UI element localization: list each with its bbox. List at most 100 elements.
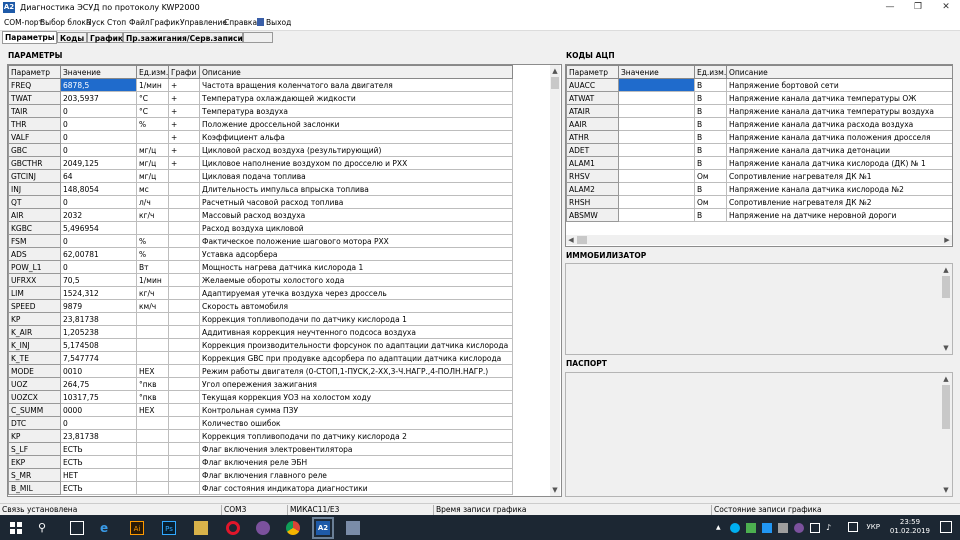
params-table-row[interactable]: UOZCX 10317,75 °пкв Текущая коррекция УОЗ н… <box>8 390 513 404</box>
immo-scroll-thumb[interactable] <box>942 276 950 298</box>
volume-icon[interactable]: ♪ <box>826 523 836 533</box>
scroll-down-icon[interactable]: ▼ <box>941 343 951 353</box>
close-button[interactable]: ✕ <box>932 0 960 16</box>
params-cell[interactable] <box>168 221 200 235</box>
params-cell[interactable]: K_AIR <box>8 325 61 339</box>
params-cell[interactable] <box>136 455 169 469</box>
params-cell[interactable]: AIR <box>8 208 61 222</box>
params-cell[interactable]: 5,496954 <box>60 221 137 235</box>
scroll-right-icon[interactable]: ▶ <box>942 235 952 245</box>
adc-cell[interactable]: ATAIR <box>566 104 619 118</box>
adc-cell[interactable]: ATHR <box>566 130 619 144</box>
params-table-row[interactable]: GBCTHR 2049,125 мг/ц + Цикловое наполнение в… <box>8 156 513 170</box>
scroll-down-icon[interactable]: ▼ <box>550 485 560 495</box>
adc-cell[interactable] <box>618 130 695 144</box>
params-cell[interactable]: Цикловое наполнение воздухом по дросселю… <box>199 156 513 170</box>
params-cell[interactable] <box>168 390 200 404</box>
params-cell[interactable]: HEX <box>136 364 169 378</box>
params-cell[interactable]: 70,5 <box>60 273 137 287</box>
diagnostic-app-icon[interactable]: A2 <box>312 517 334 539</box>
params-cell[interactable]: TWAT <box>8 91 61 105</box>
adc-cell[interactable]: Сопротивление нагревателя ДК №1 <box>726 169 952 183</box>
adc-cell[interactable] <box>618 169 695 183</box>
passport-vscrollbar[interactable]: ▲ ▼ <box>941 373 951 496</box>
adc-cell[interactable]: Напряжение канала датчика детонации <box>726 143 952 157</box>
params-column-header[interactable]: Описание <box>199 65 513 79</box>
adc-table-row[interactable]: ALAM2 В Напряжение канала датчика кислород… <box>566 182 952 196</box>
skype-icon[interactable] <box>730 523 740 533</box>
adc-cell[interactable] <box>618 156 695 170</box>
params-cell[interactable] <box>136 338 169 352</box>
params-cell[interactable] <box>168 299 200 313</box>
params-cell[interactable]: ЕСТЬ <box>60 455 137 469</box>
params-table-row[interactable]: K_AIR 1,205238 Аддитивная коррекция неучте… <box>8 325 513 339</box>
adc-cell[interactable]: В <box>694 78 727 92</box>
task-view-icon[interactable] <box>70 521 84 535</box>
tray-chevron-icon[interactable]: ▲ <box>716 524 724 532</box>
params-cell[interactable]: 0 <box>60 117 137 131</box>
params-table-row[interactable]: INJ 148,8054 мс Длительность импульса впрыс… <box>8 182 513 196</box>
params-cell[interactable]: DTC <box>8 416 61 430</box>
menu-select-block[interactable]: Выбор блока <box>40 18 91 27</box>
adc-table-row[interactable]: AAIR В Напряжение канала датчика расхода в… <box>566 117 952 131</box>
params-cell[interactable]: Температура воздуха <box>199 104 513 118</box>
params-cell[interactable]: C_SUMM <box>8 403 61 417</box>
adc-cell[interactable]: ALAM2 <box>566 182 619 196</box>
scroll-down-icon[interactable]: ▼ <box>941 485 951 495</box>
params-cell[interactable]: Режим работы двигателя (0-СТОП,1-ПУСК,2-… <box>199 364 513 378</box>
params-cell[interactable]: 0 <box>60 195 137 209</box>
opera-icon[interactable] <box>226 521 240 535</box>
adc-cell[interactable]: В <box>694 143 727 157</box>
adc-cell[interactable] <box>618 208 695 222</box>
params-cell[interactable]: Частота вращения коленчатого вала двигат… <box>199 78 513 92</box>
params-cell[interactable] <box>136 468 169 482</box>
params-cell[interactable] <box>168 195 200 209</box>
adc-table-row[interactable]: ADET В Напряжение канала датчика детонации <box>566 143 952 157</box>
params-table-row[interactable]: S_MR НЕТ Флаг включения главного реле <box>8 468 513 482</box>
adc-cell[interactable]: AAIR <box>566 117 619 131</box>
params-cell[interactable]: Массовый расход воздуха <box>199 208 513 222</box>
params-cell[interactable] <box>136 416 169 430</box>
menu-start[interactable]: Пуск <box>86 18 105 27</box>
params-cell[interactable]: % <box>136 234 169 248</box>
edge-icon[interactable]: e <box>100 521 114 535</box>
params-cell[interactable]: UOZ <box>8 377 61 391</box>
params-cell[interactable]: 1/мин <box>136 273 169 287</box>
params-column-header[interactable]: Ед.изм. <box>136 65 169 79</box>
params-cell[interactable]: 9879 <box>60 299 137 313</box>
params-cell[interactable]: Расчетный часовой расход топлива <box>199 195 513 209</box>
params-table-row[interactable]: C_SUMM 0000 HEX Контрольная сумма ПЗУ <box>8 403 513 417</box>
params-cell[interactable]: Коррекция топливоподачи по датчику кисло… <box>199 429 513 443</box>
params-table-row[interactable]: AIR 2032 кг/ч Массовый расход воздуха <box>8 208 513 222</box>
params-table-row[interactable]: MODE 0010 HEX Режим работы двигателя (0-СТО… <box>8 364 513 378</box>
adc-cell[interactable] <box>618 117 695 131</box>
params-cell[interactable]: 5,174508 <box>60 338 137 352</box>
params-cell[interactable]: EKP <box>8 455 61 469</box>
params-cell[interactable]: FSM <box>8 234 61 248</box>
adc-cell[interactable]: Напряжение канала датчика положения дрос… <box>726 130 952 144</box>
menu-exit[interactable]: Выход <box>257 18 291 27</box>
app-window-icon[interactable] <box>346 521 360 535</box>
params-cell[interactable] <box>168 416 200 430</box>
params-table-row[interactable]: ADS 62,00781% Уставка адсорбера <box>8 247 513 261</box>
adc-table-row[interactable]: RHSV Ом Сопротивление нагревателя ДК №1 <box>566 169 952 183</box>
params-table-row[interactable]: KP 23,81738 Коррекция топливоподачи по дат… <box>8 312 513 326</box>
params-cell[interactable]: S_LF <box>8 442 61 456</box>
params-cell[interactable]: Контрольная сумма ПЗУ <box>199 403 513 417</box>
params-cell[interactable] <box>168 351 200 365</box>
params-cell[interactable]: мг/ц <box>136 143 169 157</box>
params-cell[interactable] <box>168 377 200 391</box>
params-cell[interactable]: 62,00781 <box>60 247 137 261</box>
params-cell[interactable]: KP <box>8 312 61 326</box>
minimize-button[interactable]: — <box>876 0 904 16</box>
params-column-header[interactable]: Графи <box>168 65 200 79</box>
clock[interactable]: 23:59 01.02.2019 <box>890 518 930 536</box>
adc-cell[interactable]: Напряжение канала датчика температуры ОЖ <box>726 91 952 105</box>
params-cell[interactable]: Флаг включения главного реле <box>199 468 513 482</box>
params-cell[interactable] <box>136 351 169 365</box>
adc-cell[interactable] <box>618 195 695 209</box>
params-cell[interactable] <box>168 468 200 482</box>
params-cell[interactable]: + <box>168 91 200 105</box>
params-cell[interactable]: °С <box>136 91 169 105</box>
adc-cell[interactable]: Напряжение канала датчика расхода воздух… <box>726 117 952 131</box>
